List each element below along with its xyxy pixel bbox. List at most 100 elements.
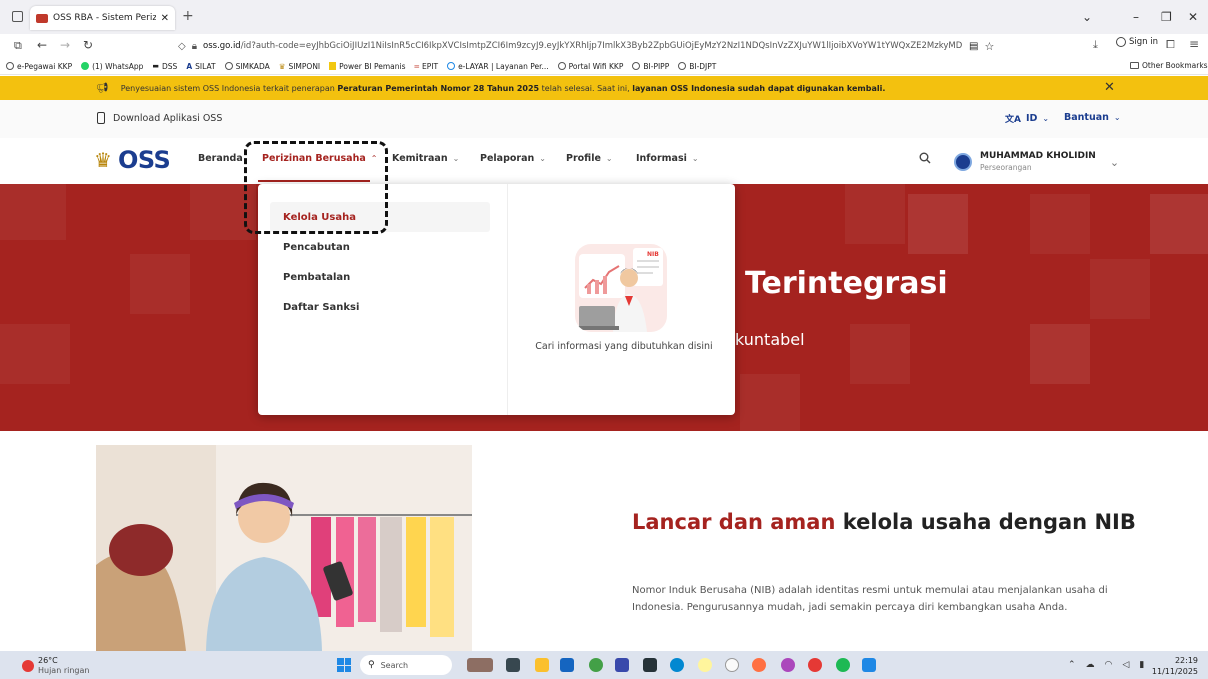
bookmark-item[interactable]: e-LAYAR | Layanan Per... (447, 62, 549, 71)
start-button[interactable] (337, 658, 351, 672)
browser-tab-active[interactable]: OSS RBA - Sistem Perizinan Ber ✕ (30, 6, 175, 30)
url-text[interactable]: oss.go.id/id?auth-code=eyJhbGciOiJIUzI1N… (203, 41, 963, 51)
bookmark-star-icon[interactable]: ☆ (984, 40, 994, 53)
bookmark-item[interactable]: (1) WhatsApp (81, 62, 143, 71)
bookmark-item[interactable]: ▬ DSS (152, 62, 177, 71)
bookmark-item[interactable]: ♛ SIMPONI (279, 62, 320, 71)
bookmark-item[interactable]: BI-PIPP (632, 62, 669, 71)
download-app-link[interactable]: Download Aplikasi OSS (97, 112, 222, 124)
battery-icon[interactable]: ▮ (1139, 660, 1144, 670)
edge-icon[interactable] (670, 658, 684, 672)
task-view-icon[interactable] (506, 658, 520, 672)
wifi-icon[interactable]: ◠ (1105, 660, 1113, 670)
bookmark-item[interactable]: ═ EPIT (414, 62, 438, 71)
user-menu[interactable]: MUHAMMAD KHOLIDIN Perseorangan ⌄ (954, 150, 1119, 174)
nav-informasi[interactable]: Informasi ⌄ (636, 153, 699, 164)
store-icon[interactable] (560, 658, 574, 672)
heading-rest: kelola usaha dengan NIB (835, 510, 1136, 534)
hero-decor-tile (1030, 194, 1090, 254)
tab-list-icon[interactable] (12, 11, 23, 22)
extensions-icon[interactable]: ⧠ (1166, 38, 1175, 52)
spotify-icon[interactable] (836, 658, 850, 672)
chrome-icon[interactable] (808, 658, 822, 672)
oss-logo[interactable]: ♛ OSS (94, 146, 171, 174)
menu-item-pencabutan[interactable]: Pencabutan (270, 232, 490, 262)
weather-icon (22, 660, 34, 672)
app-icon[interactable] (725, 658, 739, 672)
menu-icon[interactable]: ≡ (1189, 37, 1199, 51)
system-tray[interactable]: ⌃ ☁ ◠ ◁ ▮ (1068, 660, 1144, 670)
weather-widget[interactable]: 26°C Hujan ringan (22, 656, 89, 676)
back-button[interactable]: ← (37, 38, 47, 52)
nav-profile[interactable]: Profile ⌄ (566, 153, 613, 164)
chevron-down-icon: ⌄ (539, 154, 546, 163)
address-bar[interactable]: ◇ 🔒︎ oss.go.id/id?auth-code=eyJhbGciOiJI… (172, 36, 1017, 56)
whatsapp-icon[interactable] (589, 658, 603, 672)
firefox-icon[interactable] (752, 658, 766, 672)
chevron-up-icon[interactable]: ⌃ (1068, 660, 1076, 670)
lock-icon[interactable]: 🔒︎ (192, 41, 197, 52)
bookmark-item[interactable]: Power BI Pemanis (329, 62, 405, 71)
bookmark-item[interactable]: e-Pegawai KKP (6, 62, 72, 71)
app-icon[interactable] (643, 658, 657, 672)
tab-overflow-chevron-icon[interactable]: ⌄ (1082, 10, 1092, 24)
hero-title: Terintegrasi (745, 266, 948, 301)
file-explorer-icon[interactable] (535, 658, 549, 672)
hero-decor-tile (845, 184, 905, 244)
reader-view-icon[interactable]: ▤ (969, 41, 978, 52)
hero-subtitle: kuntabel (735, 330, 805, 349)
close-window-button[interactable]: ✕ (1188, 10, 1198, 24)
app-icon[interactable] (698, 658, 712, 672)
sidebar-toggle-icon[interactable]: ⧉ (14, 39, 22, 53)
widgets-icon[interactable] (467, 658, 493, 672)
phone-icon (97, 112, 105, 124)
globe-icon (557, 62, 566, 70)
taskbar-search[interactable]: ⚲ Search (360, 655, 452, 675)
minimize-button[interactable]: – (1133, 10, 1139, 24)
new-tab-button[interactable]: + (182, 8, 194, 24)
language-selector[interactable]: 文A ID ⌄ (1005, 112, 1049, 125)
chevron-down-icon: ⌄ (691, 154, 699, 163)
app-icon[interactable] (781, 658, 795, 672)
forward-button[interactable]: → (60, 38, 70, 52)
bookmark-item[interactable]: Portal Wifi KKP (557, 62, 623, 71)
taskbar-search-label: Search (380, 660, 409, 670)
hero-decor-tile (130, 254, 190, 314)
help-menu[interactable]: Bantuan ⌄ (1064, 112, 1121, 123)
cloud-icon[interactable]: ☁ (1086, 660, 1095, 670)
weather-desc: Hujan ringan (38, 666, 90, 675)
menu-item-pembatalan[interactable]: Pembatalan (270, 262, 490, 292)
restore-button[interactable]: ❐ (1161, 10, 1172, 24)
other-bookmarks[interactable]: Other Bookmarks (1130, 61, 1208, 70)
downloads-icon[interactable]: ⤓ (1093, 38, 1098, 52)
nav-pelaporan[interactable]: Pelaporan ⌄ (480, 153, 546, 164)
sign-in-button[interactable]: Sign in (1116, 37, 1158, 47)
bookmark-item[interactable]: A SILAT (186, 62, 215, 71)
clock[interactable]: 22:19 11/11/2025 (1152, 655, 1198, 677)
windows-taskbar: 26°C Hujan ringan ⚲ Search ⌃ ☁ ◠ ◁ ▮ 22:… (0, 651, 1208, 679)
download-app-label: Download Aplikasi OSS (113, 112, 223, 124)
reload-button[interactable]: ↻ (83, 38, 93, 52)
nav-beranda[interactable]: Beranda (198, 153, 243, 164)
dss-icon: ▬ (152, 62, 160, 70)
shield-icon[interactable]: ◇ (178, 41, 186, 52)
oss-favicon-icon (36, 13, 48, 23)
bookmark-item[interactable]: SIMKADA (224, 62, 270, 71)
bookmark-item[interactable]: BI-DJPT (678, 62, 716, 71)
epit-icon: ═ (414, 61, 419, 71)
nib-label: NIB (647, 251, 659, 258)
hero-decor-tile (908, 194, 968, 254)
tab-title: OSS RBA - Sistem Perizinan Ber (53, 13, 156, 23)
search-icon[interactable] (919, 152, 931, 167)
app-icon[interactable] (862, 658, 876, 672)
close-banner-icon[interactable]: ✕ (1104, 80, 1115, 95)
app-icon[interactable] (615, 658, 629, 672)
silat-icon: A (186, 61, 193, 71)
dropdown-caption: Cari informasi yang dibutuhkan disini (535, 341, 713, 352)
nav-kemitraan[interactable]: Kemitraan ⌄ (392, 153, 459, 164)
close-tab-icon[interactable]: ✕ (161, 13, 169, 24)
volume-icon[interactable]: ◁ (1122, 660, 1129, 670)
menu-item-daftar-sanksi[interactable]: Daftar Sanksi (270, 292, 490, 322)
browser-tab-bar: OSS RBA - Sistem Perizinan Ber ✕ + ⌄ – ❐… (0, 0, 1208, 34)
search-icon: ⚲ (368, 660, 375, 670)
